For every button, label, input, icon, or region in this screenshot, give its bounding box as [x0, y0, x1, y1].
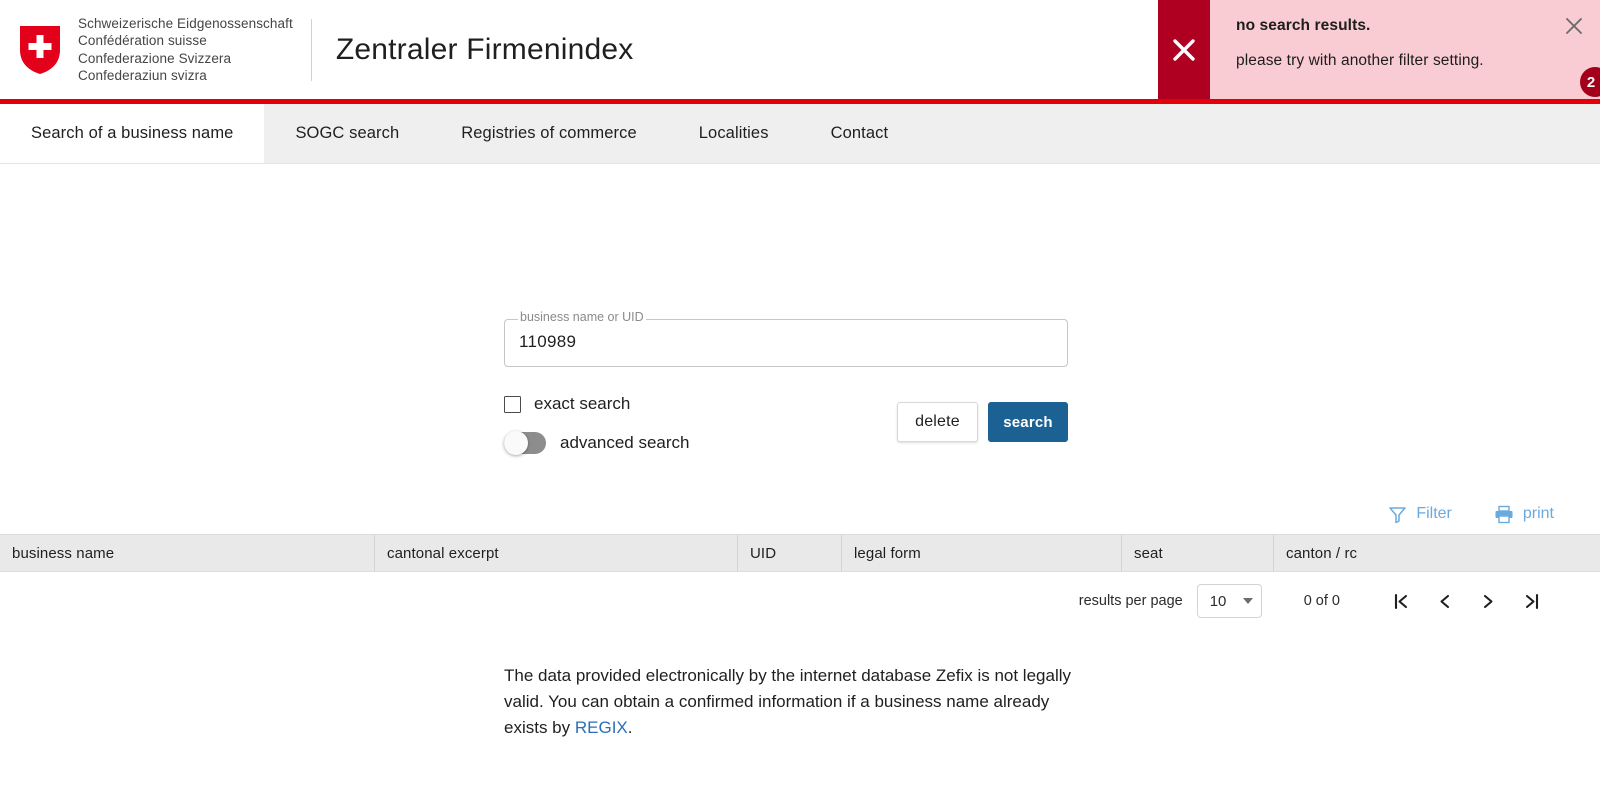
logo-line-rm: Confederaziun svizra	[78, 68, 207, 83]
last-page-button[interactable]	[1510, 584, 1554, 618]
form-buttons: delete search	[897, 402, 1068, 442]
previous-page-icon	[1439, 594, 1449, 608]
alert-title: no search results.	[1236, 17, 1371, 34]
alert-body: no search results. please try with anoth…	[1210, 0, 1600, 99]
tab-contact[interactable]: Contact	[800, 104, 920, 163]
previous-page-button[interactable]	[1422, 584, 1466, 618]
confederation-names: Schweizerische Eidgenossenschaft Confédé…	[78, 15, 293, 85]
filter-button[interactable]: Filter	[1388, 505, 1452, 524]
last-page-icon	[1525, 593, 1538, 609]
column-header-seat[interactable]: seat	[1122, 534, 1274, 572]
disclaimer-text-after: .	[627, 718, 633, 737]
page-title: Zentraler Firmenindex	[335, 32, 634, 66]
field-outline	[504, 319, 1068, 367]
page-range-label: 0 of 0	[1303, 593, 1340, 609]
regix-link[interactable]: REGIX	[575, 718, 628, 737]
confederation-logo-block: Schweizerische Eidgenossenschaft Confédé…	[0, 15, 293, 85]
column-header-cantonal-excerpt[interactable]: cantonal excerpt	[375, 534, 738, 572]
main-navigation-tabs: Search of a business name SOGC search Re…	[0, 104, 1600, 164]
logo-line-fr: Confédération suisse	[78, 33, 207, 48]
funnel-icon	[1389, 506, 1407, 523]
exact-search-checkbox[interactable]	[504, 395, 521, 413]
logo-line-it: Confederazione Svizzera	[78, 50, 232, 66]
business-name-field-label: business name or UID	[518, 310, 646, 324]
print-button[interactable]: print	[1494, 505, 1554, 524]
results-toolbar: Filter print	[0, 494, 1600, 534]
tab-registries-of-commerce[interactable]: Registries of commerce	[430, 104, 668, 163]
exact-search-label: exact search	[534, 394, 631, 413]
print-label: print	[1522, 505, 1554, 522]
tab-sogc-search[interactable]: SOGC search	[264, 104, 430, 163]
error-x-icon	[1173, 38, 1195, 61]
results-table-header: business name cantonal excerpt UID legal…	[0, 534, 1600, 572]
business-name-input[interactable]: 110989	[519, 332, 576, 352]
alert-message: please try with another filter setting.	[1236, 52, 1484, 69]
swiss-coat-of-arms-icon	[20, 25, 60, 74]
first-page-icon	[1394, 593, 1407, 609]
search-button[interactable]: search	[988, 402, 1068, 442]
column-header-legal-form[interactable]: legal form	[842, 534, 1122, 572]
advanced-search-row: advanced search	[504, 431, 690, 455]
toggle-knob	[504, 431, 528, 455]
next-page-button[interactable]	[1466, 584, 1510, 618]
column-header-business-name[interactable]: business name	[0, 534, 375, 572]
results-per-page-select[interactable]: 10	[1196, 584, 1262, 618]
site-header: Schweizerische Eidgenossenschaft Confédé…	[0, 0, 1600, 104]
no-results-alert: no search results. please try with anoth…	[1158, 0, 1600, 99]
column-header-uid[interactable]: UID	[738, 534, 842, 572]
column-header-canton-rc[interactable]: canton / rc	[1274, 534, 1600, 572]
logo-line-de: Schweizerische Eidgenossenschaft	[78, 15, 293, 31]
exact-search-row: exact search	[504, 394, 630, 414]
zefix-page: Schweizerische Eidgenossenschaft Confédé…	[0, 0, 1600, 793]
results-per-page-value: 10	[1209, 592, 1227, 610]
printer-icon	[1495, 505, 1513, 523]
chevron-down-icon	[1242, 598, 1253, 604]
results-per-page-label: results per page	[1078, 593, 1183, 609]
legal-disclaimer: The data provided electronically by the …	[504, 663, 1074, 741]
paginator: results per page 10 0 of 0	[0, 572, 1600, 630]
advanced-search-label: advanced search	[560, 433, 690, 452]
tab-localities[interactable]: Localities	[668, 104, 800, 163]
business-name-field-wrapper: business name or UID 110989	[504, 310, 1068, 367]
delete-button[interactable]: delete	[897, 402, 978, 442]
close-icon[interactable]	[1564, 16, 1584, 36]
first-page-button[interactable]	[1378, 584, 1422, 618]
tab-search-business-name[interactable]: Search of a business name	[0, 104, 265, 163]
alert-icon-container	[1158, 0, 1210, 99]
next-page-icon	[1483, 594, 1493, 608]
filter-label: Filter	[1416, 505, 1452, 522]
search-form: business name or UID 110989 exact search…	[0, 164, 1600, 494]
advanced-search-toggle[interactable]	[504, 431, 546, 455]
